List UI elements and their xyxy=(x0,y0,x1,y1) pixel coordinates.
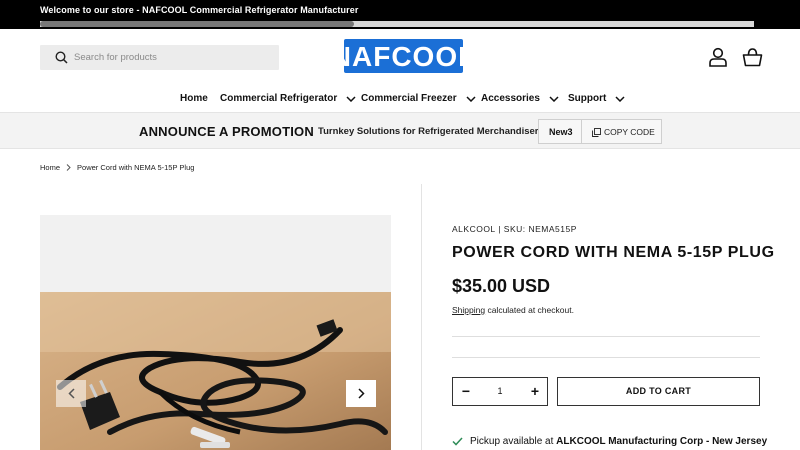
breadcrumb: Home Power Cord with NEMA 5-15P Plug xyxy=(40,163,194,172)
column-divider xyxy=(421,184,422,450)
promo-code-box: New3 COPY CODE xyxy=(538,119,662,144)
product-vendor-sku: ALKCOOL | SKU: NEMA515P xyxy=(452,224,577,234)
nafcool-logo[interactable]: NAFCOOL xyxy=(344,39,463,73)
check-icon xyxy=(452,437,463,446)
breadcrumb-home[interactable]: Home xyxy=(40,163,60,172)
promotion-bar: ANNOUNCE A PROMOTION Turnkey Solutions f… xyxy=(0,112,800,149)
breadcrumb-current: Power Cord with NEMA 5-15P Plug xyxy=(77,163,195,172)
promo-subtitle: Turnkey Solutions for Refrigerated Merch… xyxy=(318,126,544,137)
shipping-link[interactable]: Shipping xyxy=(452,305,485,315)
divider xyxy=(452,336,760,337)
chevron-down-icon xyxy=(615,95,625,102)
chevron-left-icon xyxy=(67,388,75,399)
nav-item-label: Commercial Refrigerator xyxy=(220,93,338,104)
promo-title: ANNOUNCE A PROMOTION xyxy=(139,124,314,139)
chevron-right-icon xyxy=(357,388,365,399)
nav-item-support[interactable]: Support xyxy=(568,93,625,104)
promo-code: New3 xyxy=(549,127,573,137)
add-to-cart-button[interactable]: ADD TO CART xyxy=(557,377,760,406)
quantity-increase-button[interactable]: + xyxy=(526,382,544,400)
gallery-next-button[interactable] xyxy=(346,380,376,407)
pickup-location: ALKCOOL Manufacturing Corp - New Jersey xyxy=(556,436,768,447)
shipping-note-text: calculated at checkout. xyxy=(485,305,574,315)
quantity-stepper[interactable]: − 1 + xyxy=(452,377,548,406)
nav-item-label: Commercial Freezer xyxy=(361,93,457,104)
product-title: POWER CORD WITH NEMA 5-15P PLUG xyxy=(452,244,775,261)
nav-item-label: Accessories xyxy=(481,93,540,104)
product-image xyxy=(40,292,391,450)
announcement-scrollbar[interactable] xyxy=(40,21,754,27)
pickup-text: Pickup available at ALKCOOL Manufacturin… xyxy=(470,436,767,447)
promo-divider xyxy=(581,120,582,143)
search-placeholder: Search for products xyxy=(74,52,157,63)
chevron-down-icon xyxy=(346,95,356,102)
copy-code-button[interactable]: COPY CODE xyxy=(592,127,655,137)
announcement-text: Welcome to our store - NAFCOOL Commercia… xyxy=(40,5,359,15)
search-icon xyxy=(55,51,68,64)
nav-item-commercial-refrigerator[interactable]: Commercial Refrigerator xyxy=(220,93,356,104)
main-nav: Home Commercial Refrigerator Commercial … xyxy=(0,93,800,111)
logo-text: NAFCOOL xyxy=(344,41,463,72)
quantity-input[interactable]: 1 xyxy=(489,386,511,396)
copy-icon xyxy=(592,127,601,137)
basket-icon[interactable] xyxy=(742,47,763,67)
pickup-availability: Pickup available at ALKCOOL Manufacturin… xyxy=(452,436,767,447)
nav-item-label: Home xyxy=(180,93,208,104)
gallery-prev-button[interactable] xyxy=(56,380,86,407)
search-input[interactable]: Search for products xyxy=(40,45,279,70)
divider xyxy=(452,357,760,358)
nav-item-commercial-freezer[interactable]: Commercial Freezer xyxy=(361,93,476,104)
chevron-down-icon xyxy=(466,95,476,102)
chevron-down-icon xyxy=(549,95,559,102)
nav-item-accessories[interactable]: Accessories xyxy=(481,93,559,104)
announcement-bar: Welcome to our store - NAFCOOL Commercia… xyxy=(0,0,800,29)
nav-item-home[interactable]: Home xyxy=(180,93,208,104)
account-icon[interactable] xyxy=(708,47,728,67)
pickup-prefix: Pickup available at xyxy=(470,436,557,447)
nav-item-label: Support xyxy=(568,93,607,104)
product-price: $35.00 USD xyxy=(452,276,551,296)
quantity-decrease-button[interactable]: − xyxy=(457,382,475,400)
product-gallery[interactable] xyxy=(40,215,391,450)
shipping-note: Shipping calculated at checkout. xyxy=(452,305,574,315)
copy-code-label: COPY CODE xyxy=(604,127,655,137)
scrollbar-thumb[interactable] xyxy=(40,21,355,27)
chevron-right-icon xyxy=(66,164,71,171)
